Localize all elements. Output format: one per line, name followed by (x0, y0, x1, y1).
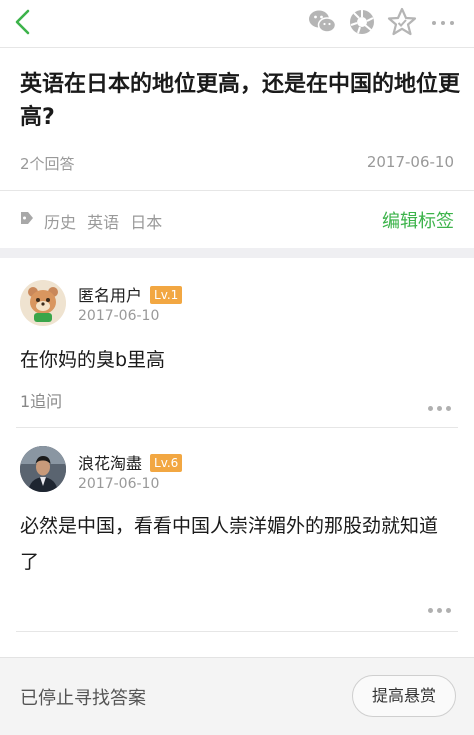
avatar[interactable] (20, 280, 66, 326)
answer-date: 2017-06-10 (78, 476, 160, 492)
moments-icon[interactable] (346, 6, 378, 38)
answer-text: 必然是中国，看看中国人崇洋媚外的那股劲就知道了 (20, 515, 439, 573)
answer-username[interactable]: 浪花淘盡 Lv.6 (78, 450, 183, 474)
answer-more-icon[interactable] (428, 396, 456, 411)
tag-icon (20, 210, 34, 226)
tag-row: 历史 英语 日本 编辑标签 (20, 206, 454, 234)
question-title: 英语在日本的地位更高，还是在中国的地位更高? (20, 72, 461, 130)
answer-date: 2017-06-10 (78, 308, 160, 324)
raise-reward-button[interactable]: 提高悬赏 (352, 675, 456, 717)
question-date: 2017-06-10 (366, 153, 454, 171)
section-gap (0, 248, 474, 258)
tag-japan[interactable]: 日本 (130, 213, 162, 232)
wechat-icon[interactable] (306, 6, 338, 38)
tag-list: 历史 英语 日本 (44, 209, 168, 233)
answer-divider (16, 427, 458, 428)
follow-up-count[interactable]: 1追问 (20, 388, 62, 412)
tag-history[interactable]: 历史 (44, 213, 76, 232)
answer-count[interactable]: 2个回答 (20, 153, 75, 174)
topbar-divider (0, 47, 474, 48)
answer-text: 在你妈的臭b里高 (20, 349, 166, 371)
username-text[interactable]: 浪花淘盡 (78, 454, 142, 473)
status-text: 已停止寻找答案 (20, 688, 146, 709)
edit-tags-link[interactable]: 编辑标签 (382, 207, 454, 233)
meta-divider (0, 190, 474, 191)
avatar[interactable] (20, 446, 66, 492)
star-icon[interactable] (386, 6, 418, 38)
answer-username[interactable]: 匿名用户 Lv.1 (78, 282, 183, 306)
back-arrow-icon[interactable] (8, 6, 40, 38)
level-badge: Lv.1 (150, 286, 183, 304)
question-meta: 2个回答 2017-06-10 (20, 153, 454, 175)
level-badge: Lv.6 (150, 454, 183, 472)
tag-english[interactable]: 英语 (87, 213, 119, 232)
top-bar (0, 0, 474, 46)
more-icon[interactable] (428, 6, 460, 38)
username-text[interactable]: 匿名用户 (78, 286, 142, 305)
bottom-bar: 已停止寻找答案 提高悬赏 (0, 657, 474, 735)
answer-divider (16, 631, 458, 632)
answer-more-icon[interactable] (428, 598, 456, 613)
